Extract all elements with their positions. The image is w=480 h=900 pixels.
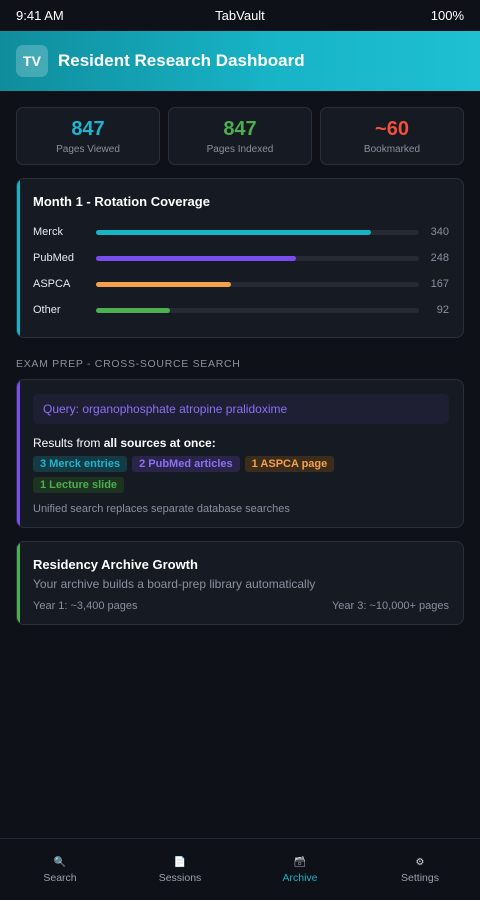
- search-query-text: Query: organophosphate atropine pralidox…: [43, 402, 288, 416]
- archive-growth-card: Residency Archive Growth Your archive bu…: [16, 541, 464, 625]
- growth-year1: Year 1: ~3,400 pages: [33, 600, 138, 612]
- results-bold: all sources at once:: [103, 436, 216, 450]
- nav-sessions[interactable]: 📄 Sessions: [120, 839, 240, 900]
- coverage-bar-track: [96, 281, 419, 287]
- growth-subtitle: Your archive builds a board-prep library…: [33, 577, 316, 591]
- bottom-nav: 🔍 Search 📄 Sessions 🗃 Archive ⚙ Settings: [0, 838, 480, 900]
- stat-pages-indexed[interactable]: 847 Pages Indexed: [168, 107, 312, 165]
- nav-label: Sessions: [158, 871, 202, 884]
- coverage-label: Other: [33, 304, 61, 316]
- magnifier-icon: 🔍: [53, 856, 67, 868]
- coverage-bar-fill: [96, 281, 231, 287]
- results-prefix: Results from: [33, 436, 104, 450]
- result-tag[interactable]: 3 Merck entries: [33, 456, 128, 472]
- growth-year3: Year 3: ~10,000+ pages: [331, 600, 449, 612]
- rotation-coverage-card: Month 1 - Rotation Coverage Merck 340 PubM…: [16, 178, 464, 338]
- stat-label: Pages Indexed: [206, 143, 274, 155]
- stat-label: Pages Viewed: [56, 143, 120, 155]
- results-summary: Results from all sources at once:: [33, 436, 449, 450]
- coverage-value: 92: [436, 304, 449, 316]
- coverage-value: 340: [430, 226, 449, 238]
- result-tags: 3 Merck entries 2 PubMed articles 1 ASPCA …: [33, 456, 363, 493]
- search-note: Unified search replaces separate databas…: [33, 503, 290, 515]
- coverage-title: Month 1 - Rotation Coverage: [33, 194, 210, 209]
- result-tag[interactable]: 1 ASPCA page: [244, 456, 335, 472]
- stat-value: 847: [223, 117, 257, 140]
- stat-bookmarked[interactable]: ~60 Bookmarked: [320, 107, 464, 165]
- coverage-row-pubmed: PubMed 248: [33, 245, 449, 271]
- coverage-row-merck: Merck 340: [33, 219, 449, 245]
- page-title: Resident Research Dashboard: [58, 51, 305, 70]
- growth-title: Residency Archive Growth: [33, 557, 198, 572]
- coverage-row-aspca: ASPCA 167: [33, 271, 449, 297]
- stat-value: ~60: [375, 117, 409, 140]
- app-header: TV Resident Research Dashboard: [0, 31, 480, 91]
- stat-pages-viewed[interactable]: 847 Pages Viewed: [16, 107, 160, 165]
- coverage-row-other: Other 92: [33, 297, 449, 323]
- stat-value: 847: [71, 117, 105, 140]
- coverage-label: Merck: [33, 226, 63, 238]
- coverage-label: PubMed: [33, 252, 74, 264]
- result-tag[interactable]: 2 PubMed articles: [132, 456, 240, 472]
- stat-label: Bookmarked: [363, 143, 421, 155]
- coverage-label: ASPCA: [33, 278, 71, 290]
- archive-box-icon: 🗃: [293, 856, 307, 868]
- result-tag[interactable]: 1 Lecture slide: [33, 477, 125, 493]
- stats-row: 847 Pages Viewed 847 Pages Indexed ~60 B…: [0, 91, 480, 165]
- coverage-value: 167: [430, 278, 449, 290]
- nav-label: Archive: [282, 871, 318, 884]
- exam-prep-heading: EXAM PREP - CROSS-SOURCE SEARCH: [16, 358, 241, 370]
- cross-source-search-card: Query: organophosphate atropine pralidox…: [16, 379, 464, 528]
- status-time: 9:41 AM: [16, 8, 64, 23]
- document-icon: 📄: [173, 856, 187, 868]
- coverage-bar-fill: [96, 307, 171, 313]
- nav-label: Search: [43, 871, 77, 884]
- coverage-value: 248: [430, 252, 449, 264]
- coverage-bar-fill: [96, 229, 371, 235]
- growth-footer: Year 1: ~3,400 pages Year 3: ~10,000+ pa…: [33, 600, 449, 612]
- nav-label: Settings: [401, 871, 439, 884]
- gear-icon: ⚙: [415, 856, 425, 868]
- app-logo: TV: [16, 45, 48, 77]
- nav-settings[interactable]: ⚙ Settings: [360, 839, 480, 900]
- coverage-bar-track: [96, 229, 419, 235]
- nav-search[interactable]: 🔍 Search: [0, 839, 120, 900]
- search-query-box[interactable]: Query: organophosphate atropine pralidox…: [33, 394, 449, 424]
- coverage-bar-track: [96, 307, 419, 313]
- coverage-bar-fill: [96, 255, 297, 261]
- coverage-bar-track: [96, 255, 419, 261]
- status-bar: 9:41 AM TabVault 100%: [0, 0, 480, 31]
- status-app-name: TabVault: [215, 8, 265, 23]
- status-battery: 100%: [430, 8, 464, 23]
- nav-archive[interactable]: 🗃 Archive: [240, 839, 360, 900]
